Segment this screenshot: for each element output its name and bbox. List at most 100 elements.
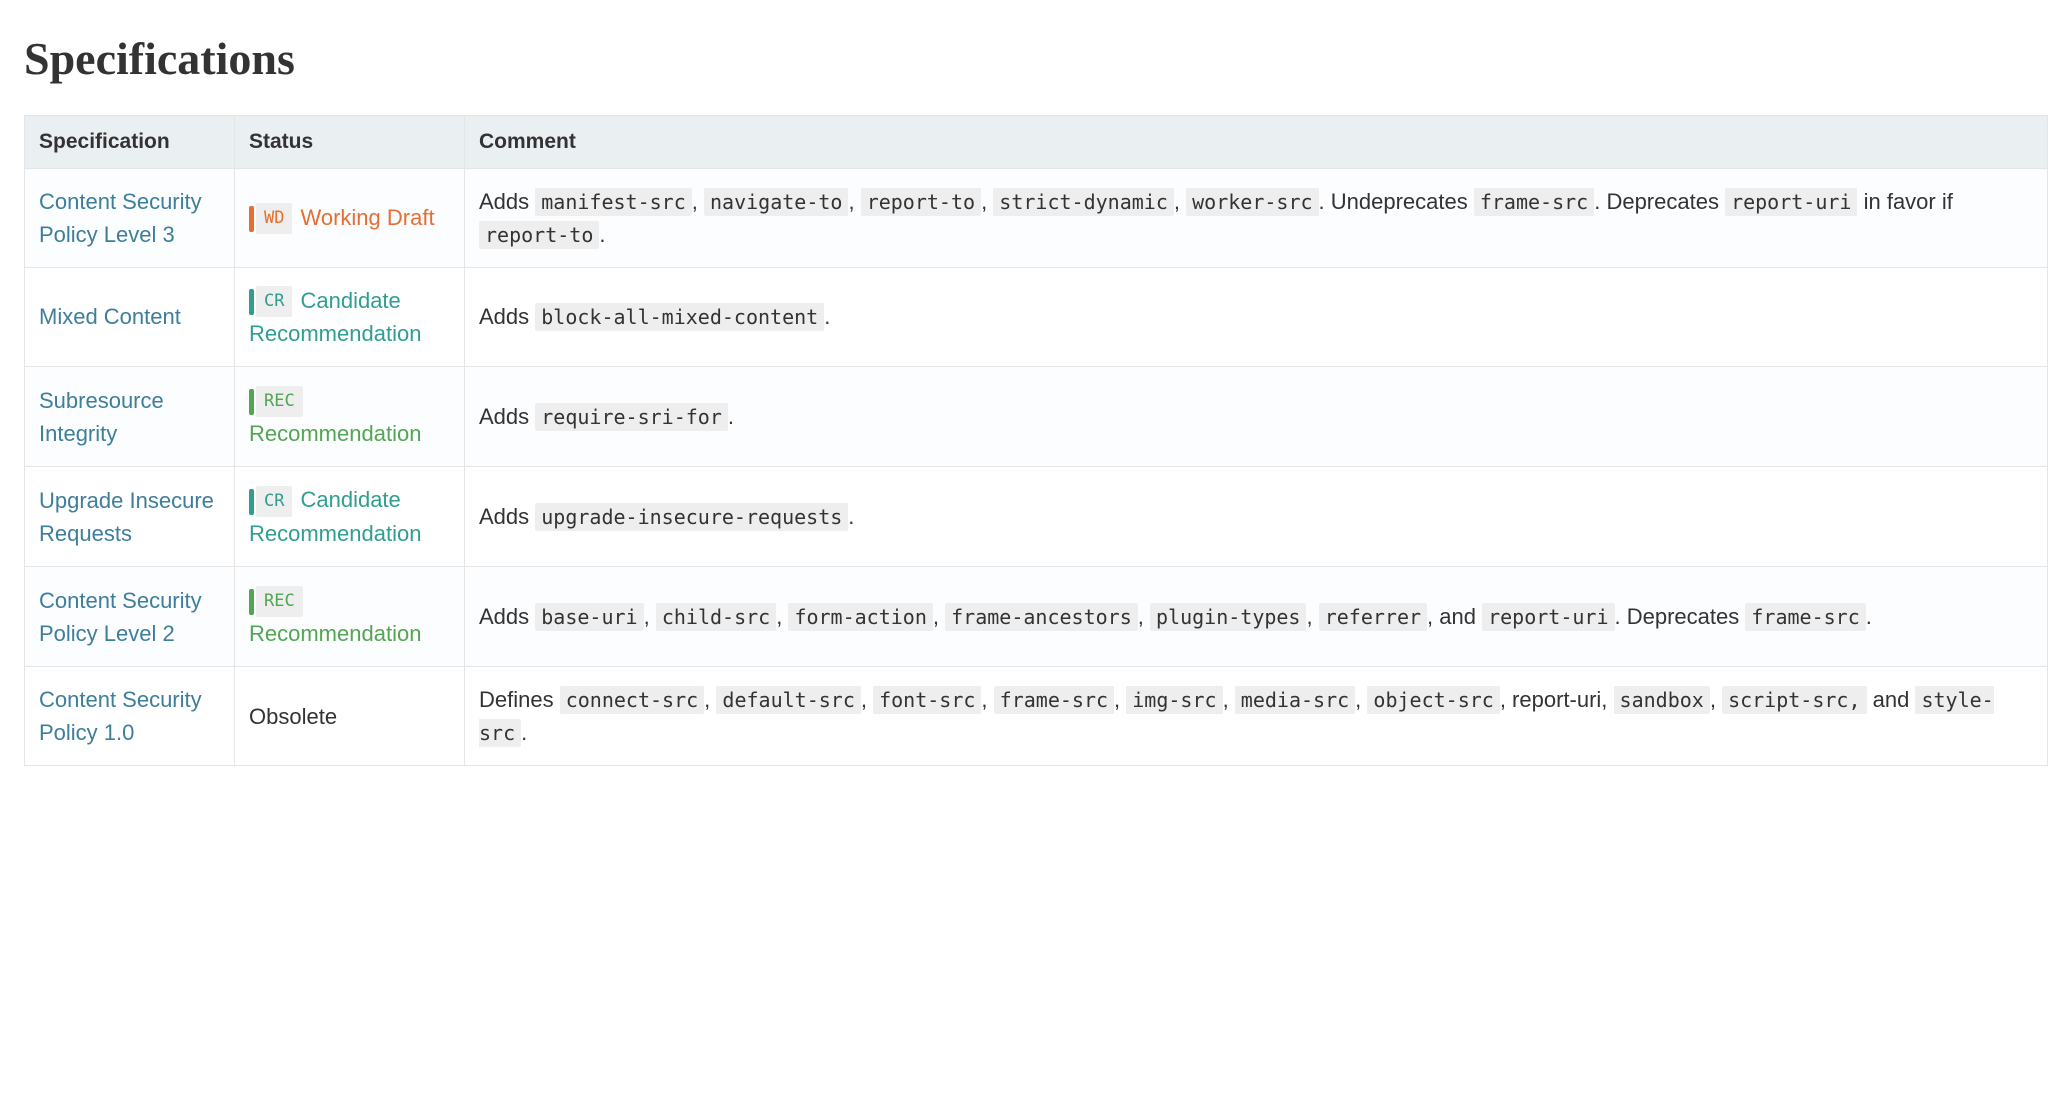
comment-text: . Undeprecates [1319,189,1474,214]
status-text: Recommendation [249,421,421,446]
specifications-table: Specification Status Comment Content Sec… [24,115,2048,766]
comment-cell: Adds base-uri, child-src, form-action, f… [465,567,2048,667]
spec-link[interactable]: Content Security Policy 1.0 [39,687,202,745]
comment-text: Adds [479,504,535,529]
comment-text: , [1223,687,1235,712]
comment-text: . [824,304,830,329]
code-token: frame-src [1745,603,1865,631]
spec-cell: Content Security Policy Level 3 [25,168,235,267]
status-bar-icon [249,289,254,315]
code-token: worker-src [1186,188,1318,216]
comment-text: , [776,604,788,629]
comment-cell: Adds manifest-src, navigate-to, report-t… [465,168,2048,267]
comment-text: , [981,687,993,712]
comment-text: , [1174,189,1186,214]
comment-text: Defines [479,687,560,712]
code-token: connect-src [560,686,704,714]
comment-text: , report-uri, [1500,687,1614,712]
status-wrap: Obsolete [249,700,337,733]
col-specification: Specification [25,116,235,169]
spec-link[interactable]: Mixed Content [39,304,181,329]
code-token: manifest-src [535,188,692,216]
code-token: frame-src [994,686,1114,714]
status-text: Obsolete [249,704,337,729]
spec-link[interactable]: Content Security Policy Level 2 [39,588,202,646]
table-row: Content Security Policy 1.0 Obsolete Defin… [25,667,2048,766]
comment-text: , [1355,687,1367,712]
code-token: sandbox [1614,686,1710,714]
code-token: report-uri [1725,188,1857,216]
col-status: Status [235,116,465,169]
comment-text: . Deprecates [1615,604,1746,629]
comment-text: . [848,504,854,529]
comment-text: , [1710,687,1722,712]
spec-link[interactable]: Subresource Integrity [39,388,164,446]
comment-text: , [981,189,993,214]
code-token: img-src [1126,686,1222,714]
status-wrap: CRCandidate Recommendation [249,483,450,550]
code-token: referrer [1319,603,1427,631]
code-token: frame-ancestors [945,603,1138,631]
status-wrap: WDWorking Draft [249,201,435,235]
status-bar-icon [249,206,254,232]
comment-text: Adds [479,604,535,629]
status-cell: CRCandidate Recommendation [235,267,465,367]
table-row: Content Security Policy Level 3 WDWorking… [25,168,2048,267]
comment-text: , [848,189,860,214]
code-token: frame-src [1474,188,1594,216]
status-badge: WD [256,203,292,235]
comment-text: , and [1427,604,1482,629]
comment-text: . [1866,604,1872,629]
comment-text: , [644,604,656,629]
status-bar-icon [249,589,254,615]
col-comment: Comment [465,116,2048,169]
comment-text: , [933,604,945,629]
table-row: Upgrade Insecure Requests CRCandidate Rec… [25,467,2048,567]
spec-cell: Mixed Content [25,267,235,367]
code-token: font-src [873,686,981,714]
code-token: child-src [656,603,776,631]
status-cell: RECRecommendation [235,567,465,667]
status-wrap: CRCandidate Recommendation [249,284,450,351]
comment-text: , [1306,604,1318,629]
comment-text: . [728,404,734,429]
spec-cell: Subresource Integrity [25,367,235,467]
code-token: base-uri [535,603,643,631]
status-badge: REC [256,386,303,418]
status-text: Recommendation [249,621,421,646]
code-token: require-sri-for [535,403,728,431]
spec-cell: Content Security Policy 1.0 [25,667,235,766]
code-token: plugin-types [1150,603,1307,631]
status-wrap: RECRecommendation [249,583,450,650]
comment-text: , [692,189,704,214]
section-heading: Specifications [24,24,2048,93]
comment-text: and [1867,687,1916,712]
code-token: block-all-mixed-content [535,303,824,331]
code-token: script-src, [1722,686,1866,714]
code-token: object-src [1367,686,1499,714]
status-wrap: REC Recommendation [249,383,450,450]
comment-cell: Adds block-all-mixed-content. [465,267,2048,367]
code-token: report-uri [1482,603,1614,631]
comment-text: Adds [479,304,535,329]
comment-text: , [1138,604,1150,629]
comment-cell: Defines connect-src, default-src, font-s… [465,667,2048,766]
spec-link[interactable]: Content Security Policy Level 3 [39,189,202,247]
comment-cell: Adds require-sri-for. [465,367,2048,467]
status-cell: WDWorking Draft [235,168,465,267]
code-token: form-action [788,603,932,631]
status-cell: CRCandidate Recommendation [235,467,465,567]
comment-text: Adds [479,404,535,429]
code-token: report-to [861,188,981,216]
status-bar-icon [249,389,254,415]
comment-text: Adds [479,189,535,214]
comment-cell: Adds upgrade-insecure-requests. [465,467,2048,567]
code-token: upgrade-insecure-requests [535,503,848,531]
code-token: default-src [716,686,860,714]
comment-text: , [704,687,716,712]
spec-link[interactable]: Upgrade Insecure Requests [39,488,214,546]
comment-text: . [521,720,527,745]
comment-text: . [599,222,605,247]
spec-cell: Upgrade Insecure Requests [25,467,235,567]
table-header-row: Specification Status Comment [25,116,2048,169]
